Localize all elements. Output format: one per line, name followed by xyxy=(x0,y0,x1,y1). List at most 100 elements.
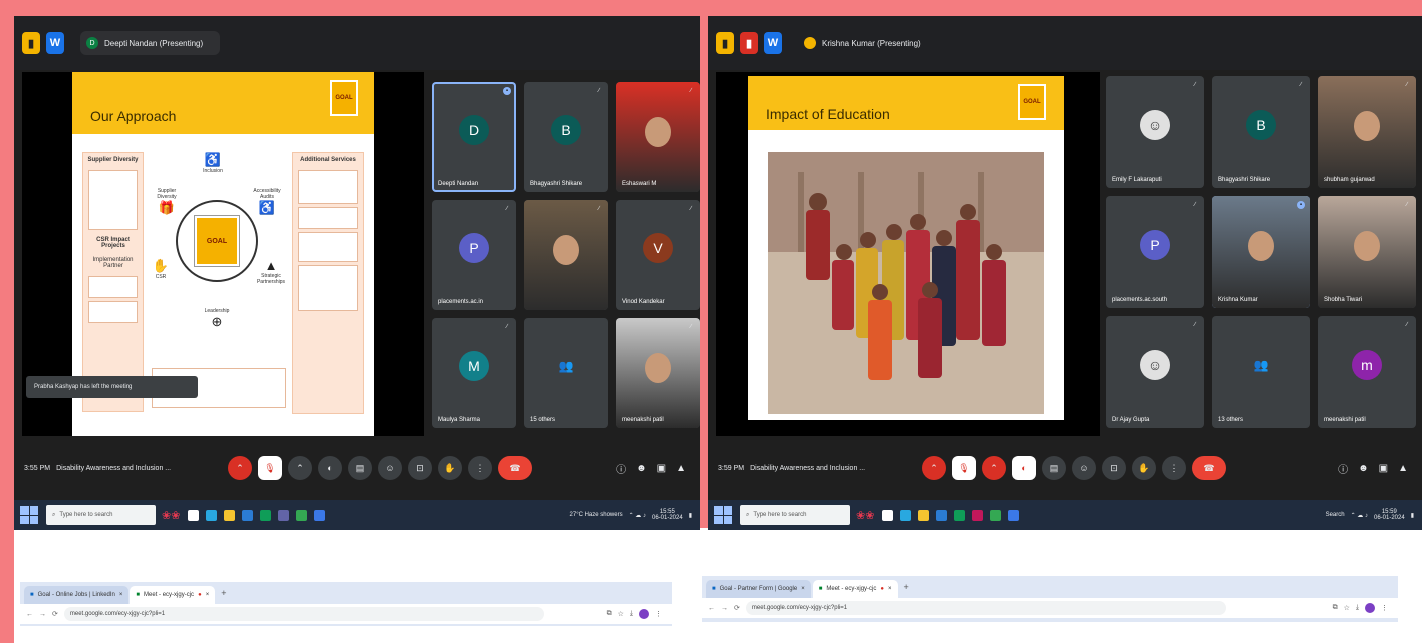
participant-tile[interactable]: ∕ xyxy=(524,200,608,310)
notification-icon-right[interactable]: ▮ xyxy=(1411,512,1414,519)
chat-icon[interactable]: ▣ xyxy=(657,463,666,474)
task-view-icon[interactable] xyxy=(188,509,200,521)
mic-toggle-arrow[interactable]: ⌃ xyxy=(228,456,252,480)
explorer-icon[interactable] xyxy=(224,509,236,521)
mic-toggle-arrow-right[interactable]: ⌃ xyxy=(922,456,946,480)
right-tab-2[interactable]: ■ Meet - ecy-xjgy-cjc ● × xyxy=(812,580,898,598)
emoji-button[interactable]: ☺ xyxy=(378,456,402,480)
word-app-icon[interactable]: W xyxy=(46,32,64,54)
camera-arrow-right[interactable]: ⌃ xyxy=(982,456,1006,480)
download-icon[interactable]: ⤓ xyxy=(630,610,633,618)
participant-tile[interactable]: P ∕ placements.ac.in xyxy=(432,200,516,310)
edge-icon[interactable] xyxy=(206,509,218,521)
more-options-button[interactable]: ⋮ xyxy=(468,456,492,480)
tray-search-label[interactable]: Search xyxy=(1326,512,1345,518)
mic-off-button-right[interactable]: 🎙 xyxy=(952,456,976,480)
profile-avatar[interactable] xyxy=(639,609,649,619)
tab-close-icon-2[interactable]: × xyxy=(206,592,210,598)
back-icon[interactable]: ← xyxy=(26,611,33,618)
star-icon[interactable]: ☆ xyxy=(618,610,624,618)
participant-tile[interactable]: ∕ Eshaswari M xyxy=(616,82,700,192)
task-view-icon-right[interactable] xyxy=(882,509,894,521)
activities-icon[interactable]: ▲ xyxy=(676,463,686,474)
participant-tile[interactable]: ▪ Krishna Kumar xyxy=(1212,196,1310,308)
end-call-button-right[interactable]: ☎ xyxy=(1192,456,1226,480)
participant-tile[interactable]: m ∕ meenakshi patil xyxy=(1318,316,1416,428)
photos-icon[interactable] xyxy=(972,509,984,521)
participant-tile[interactable]: B ∕ Bhagyashri Shikare xyxy=(1212,76,1310,188)
camera-button[interactable]: ◐ xyxy=(318,456,342,480)
chrome-icon-right[interactable] xyxy=(990,509,1002,521)
participant-tile[interactable]: 👥 15 others xyxy=(524,318,608,428)
chrome-icon[interactable] xyxy=(296,509,308,521)
right-tab-close-icon[interactable]: × xyxy=(801,586,805,592)
weather-label[interactable]: 27°C Haze showers xyxy=(570,512,623,518)
menu-icon[interactable]: ⋮ xyxy=(655,610,662,618)
presenting-chip-right[interactable]: Krishna Kumar (Presenting) xyxy=(798,31,938,55)
taskbar-search[interactable]: ⌕ Type here to search xyxy=(46,505,156,525)
participant-tile[interactable]: ☺ ∕ Dr Ajay Gupta xyxy=(1106,316,1204,428)
left-tab-2[interactable]: ■ Meet - ecy-xjgy-cjc ● × xyxy=(130,586,216,604)
word-app-icon-right[interactable]: W xyxy=(764,32,782,54)
participant-tile[interactable]: V ∕ Vinod Kandekar xyxy=(616,200,700,310)
menu-icon-right[interactable]: ⋮ xyxy=(1381,604,1388,612)
excel-icon[interactable] xyxy=(260,509,272,521)
chat-icon-right[interactable]: ▣ xyxy=(1379,463,1388,474)
info-icon[interactable]: ⓘ xyxy=(616,461,626,476)
teams-icon[interactable] xyxy=(278,509,290,521)
reload-icon-right[interactable]: ⟳ xyxy=(734,604,740,612)
right-omnibox[interactable]: meet.google.com/ecy-xjgy-cjc?pli=1 xyxy=(745,601,1226,615)
participant-tile[interactable]: ☺ ∕ Emily F Lakaraputi xyxy=(1106,76,1204,188)
files-app-icon[interactable]: ▮ xyxy=(22,32,40,54)
participant-tile[interactable]: ∕ Shobha Tiwari xyxy=(1318,196,1416,308)
mail-icon-right[interactable] xyxy=(1008,509,1020,521)
edge-icon-right[interactable] xyxy=(900,509,912,521)
people-icon-right[interactable]: ☻ xyxy=(1358,463,1369,474)
raise-hand-button[interactable]: ✋ xyxy=(438,456,462,480)
activities-icon-right[interactable]: ▲ xyxy=(1398,463,1408,474)
participant-tile[interactable]: 👥 13 others xyxy=(1212,316,1310,428)
left-omnibox[interactable]: meet.google.com/ecy-xjgy-cjc?pli=1 xyxy=(63,607,544,621)
end-call-button[interactable]: ☎ xyxy=(498,456,532,480)
windows-start-icon-right[interactable] xyxy=(714,506,732,524)
presenting-chip[interactable]: D Deepti Nandan (Presenting) xyxy=(80,31,220,55)
profile-avatar-right[interactable] xyxy=(1365,603,1375,613)
participant-tile[interactable]: M ∕ Maulya Sharma xyxy=(432,318,516,428)
tray-icons[interactable]: ⌃ ☁ ♪ xyxy=(629,512,646,519)
back-icon-right[interactable]: ← xyxy=(708,605,715,612)
camera-arrow[interactable]: ⌃ xyxy=(288,456,312,480)
participant-tile[interactable]: D ▪ Deepti Nandan xyxy=(432,82,516,192)
extensions-icon[interactable]: ⧉ xyxy=(607,610,612,618)
participant-tile[interactable]: P ∕ placements.ac.south xyxy=(1106,196,1204,308)
participant-tile[interactable]: ∕ meenakshi patil xyxy=(616,318,700,428)
present-button[interactable]: ⊡ xyxy=(408,456,432,480)
new-tab-icon-right[interactable]: + xyxy=(904,582,909,592)
word-taskbar-icon-right[interactable] xyxy=(936,509,948,521)
explorer-icon-right[interactable] xyxy=(918,509,930,521)
windows-start-icon[interactable] xyxy=(20,506,38,524)
taskbar-search-right[interactable]: ⌕ Type here to search xyxy=(740,505,850,525)
files-app-icon-right[interactable]: ▮ xyxy=(716,32,734,54)
info-icon-right[interactable]: ⓘ xyxy=(1338,461,1348,476)
extensions-icon-right[interactable]: ⧉ xyxy=(1333,604,1338,612)
people-icon[interactable]: ☻ xyxy=(636,463,647,474)
raise-hand-button-right[interactable]: ✋ xyxy=(1132,456,1156,480)
new-tab-icon[interactable]: + xyxy=(221,588,226,598)
present-button-right[interactable]: ⊡ xyxy=(1102,456,1126,480)
reload-icon[interactable]: ⟳ xyxy=(52,610,58,618)
participant-tile[interactable]: ∕ shubham gujarwad xyxy=(1318,76,1416,188)
left-tab-1[interactable]: ■ Goal - Online Jobs | LinkedIn × xyxy=(24,586,129,604)
notification-icon[interactable]: ▮ xyxy=(689,512,692,519)
download-icon-right[interactable]: ⤓ xyxy=(1356,604,1359,612)
right-tab-close-icon-2[interactable]: × xyxy=(888,586,892,592)
forward-icon-right[interactable]: → xyxy=(721,605,728,612)
mic-off-button[interactable]: 🎙 xyxy=(258,456,282,480)
tab-close-icon[interactable]: × xyxy=(119,592,123,598)
right-tab-1[interactable]: ■ Goal - Partner Form | Google × xyxy=(706,580,811,598)
excel-icon-right[interactable] xyxy=(954,509,966,521)
captions-button-right[interactable]: ▤ xyxy=(1042,456,1066,480)
camera-off-button[interactable]: ◐ xyxy=(1012,456,1036,480)
pdf-app-icon[interactable]: ▮ xyxy=(740,32,758,54)
more-options-button-right[interactable]: ⋮ xyxy=(1162,456,1186,480)
star-icon-right[interactable]: ☆ xyxy=(1344,604,1350,612)
